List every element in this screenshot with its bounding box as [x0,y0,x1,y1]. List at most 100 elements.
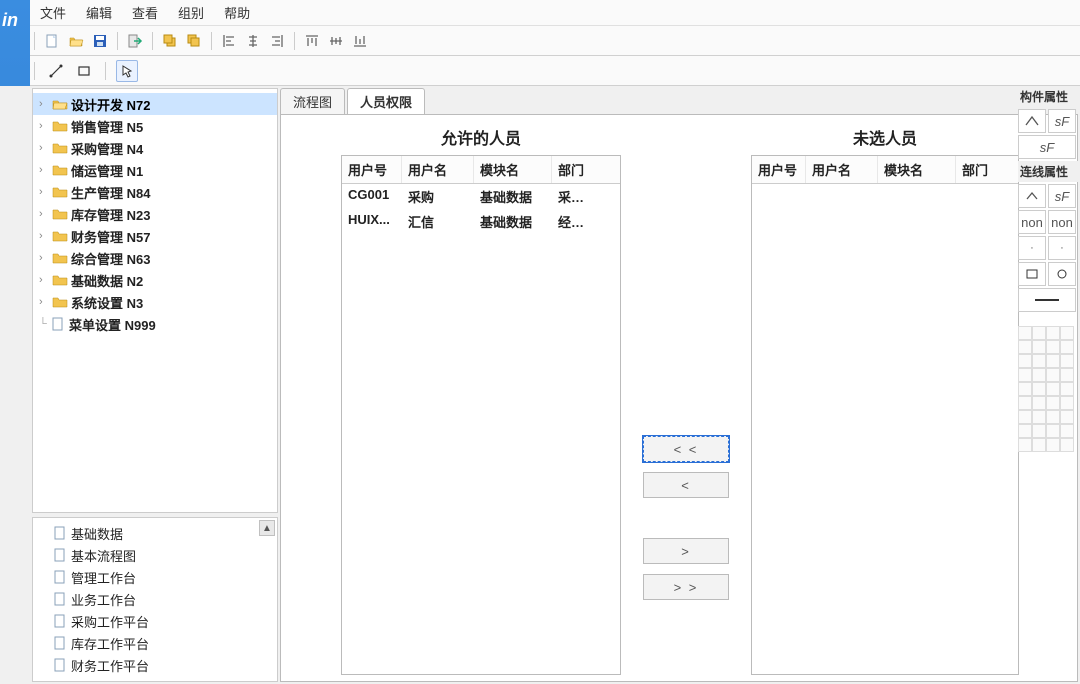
tree-item-label: 采购管理 N4 [69,139,143,158]
tree-item-label: 基础数据 [69,524,123,543]
new-file-button[interactable] [41,30,63,52]
send-back-button[interactable] [183,30,205,52]
palette-rect-button[interactable] [1018,262,1046,286]
align-center-button[interactable] [242,30,264,52]
bring-front-button[interactable] [159,30,181,52]
menu-group[interactable]: 组别 [168,3,214,22]
separator [117,32,118,50]
expand-icon[interactable]: › [39,230,51,242]
tree-item[interactable]: └ 菜单设置 N999 [33,313,277,335]
palette-button[interactable]: sF [1048,184,1076,208]
expand-icon[interactable]: › [39,186,51,198]
tree-item[interactable]: › 库存管理 N23 [33,203,277,225]
tree-item[interactable]: › 设计开发 N72 [33,93,277,115]
col-userid[interactable]: 用户号 [752,156,806,183]
cell-userid: CG001 [342,184,402,209]
palette-button[interactable]: · [1018,236,1046,260]
tree-item-label: 基本流程图 [69,546,136,565]
move-all-right-button[interactable]: > > [643,574,729,600]
open-button[interactable] [65,30,87,52]
allowed-grid[interactable]: 用户号 用户名 模块名 部门 CG001 采购 基础数据 采购部 [341,155,621,675]
folder-open-icon [51,97,69,111]
separator [294,32,295,50]
palette-line-button[interactable] [1018,288,1076,312]
expand-icon[interactable]: › [39,142,51,154]
expand-icon[interactable]: › [39,98,51,110]
tree-item[interactable]: › 系统设置 N3 [33,291,277,313]
col-username[interactable]: 用户名 [806,156,878,183]
save-button[interactable] [89,30,111,52]
tree-item[interactable]: › 财务管理 N57 [33,225,277,247]
move-left-button[interactable]: < [643,472,729,498]
expand-icon[interactable]: › [39,208,51,220]
expand-icon[interactable]: › [39,164,51,176]
module-tree[interactable]: › 设计开发 N72 › 销售管理 N5 › 采购管理 N4 › [32,88,278,513]
tree-item-label: 菜单设置 N999 [67,315,156,334]
document-icon [51,548,69,562]
main-column: 流程图 人员权限 允许的人员 用户号 用户名 模块名 部门 [280,88,1078,682]
component-props-title: 构件属性 [1018,86,1080,107]
align-left-button[interactable] [218,30,240,52]
tree-item[interactable]: › 基础数据 N2 [33,269,277,291]
palette-button[interactable] [1018,184,1046,208]
expand-icon[interactable]: › [39,274,51,286]
document-icon [51,636,69,650]
palette-button[interactable]: non [1018,210,1046,234]
rect-tool-button[interactable] [73,60,95,82]
align-right-button[interactable] [266,30,288,52]
scroll-up-button[interactable]: ▲ [259,520,275,536]
line-tool-button[interactable] [45,60,67,82]
tree-item[interactable]: 基本流程图 [33,544,277,566]
menu-view[interactable]: 查看 [122,3,168,22]
palette-button[interactable]: · [1048,236,1076,260]
table-row[interactable]: CG001 采购 基础数据 采购部 [342,184,620,209]
col-dept[interactable]: 部门 [552,156,602,183]
exit-button[interactable] [124,30,146,52]
separator [34,62,35,80]
table-row[interactable]: HUIX... 汇信 基础数据 经理室 [342,209,620,234]
palette-circle-button[interactable] [1048,262,1076,286]
tree-item[interactable]: 财务工作平台 [33,654,277,676]
tree-item[interactable]: 基础数据 [33,522,277,544]
unselected-grid[interactable]: 用户号 用户名 模块名 部门 [751,155,1019,675]
col-module[interactable]: 模块名 [474,156,552,183]
expand-icon[interactable]: › [39,120,51,132]
tab-permissions[interactable]: 人员权限 [347,88,425,114]
menu-edit[interactable]: 编辑 [76,3,122,22]
tree-item-label: 销售管理 N5 [69,117,143,136]
menu-file[interactable]: 文件 [30,3,76,22]
tree-item[interactable]: › 销售管理 N5 [33,115,277,137]
color-grid[interactable] [1018,326,1076,452]
sub-tree[interactable]: ▲ 基础数据 基本流程图 管理工作台 业务工作台 采购工作平台 库存工作平台 财… [32,517,278,682]
tree-item[interactable]: 采购工作平台 [33,610,277,632]
move-all-left-button[interactable]: < < [643,436,729,462]
tree-item[interactable]: › 生产管理 N84 [33,181,277,203]
menu-help[interactable]: 帮助 [214,3,260,22]
tree-item[interactable]: › 综合管理 N63 [33,247,277,269]
line-icon [1035,299,1059,301]
tree-item[interactable]: › 采购管理 N4 [33,137,277,159]
expand-icon[interactable]: › [39,252,51,264]
align-middle-button[interactable] [325,30,347,52]
col-userid[interactable]: 用户号 [342,156,402,183]
align-bottom-button[interactable] [349,30,371,52]
tree-item[interactable]: 业务工作台 [33,588,277,610]
palette-button[interactable] [1018,109,1046,133]
pointer-tool-button[interactable] [116,60,138,82]
col-dept[interactable]: 部门 [956,156,988,183]
tree-item[interactable]: 管理工作台 [33,566,277,588]
palette-button[interactable]: sF [1018,135,1076,159]
palette-button[interactable]: sF [1048,109,1076,133]
menubar: 文件 编辑 查看 组别 帮助 [0,0,1080,26]
tab-flowchart[interactable]: 流程图 [280,88,345,114]
document-icon [51,658,69,672]
tree-item[interactable]: 库存工作平台 [33,632,277,654]
tree-item[interactable]: › 储运管理 N1 [33,159,277,181]
palette-button[interactable]: non [1048,210,1076,234]
align-top-button[interactable] [301,30,323,52]
expand-icon[interactable]: › [39,296,51,308]
folder-icon [51,273,69,287]
move-right-button[interactable]: > [643,538,729,564]
col-module[interactable]: 模块名 [878,156,956,183]
col-username[interactable]: 用户名 [402,156,474,183]
